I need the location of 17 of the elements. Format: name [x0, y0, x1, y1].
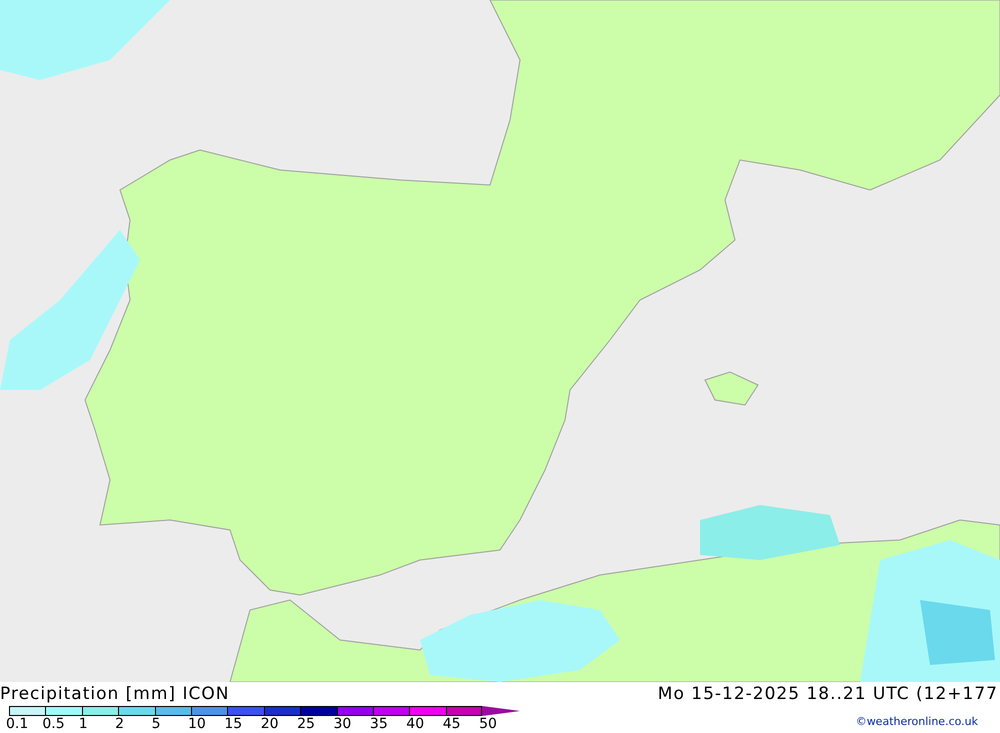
legend-label: 0.1: [6, 716, 28, 732]
legend-label: 50: [479, 716, 497, 732]
legend-label: 2: [115, 716, 124, 732]
legend-label: 40: [406, 716, 424, 732]
legend-label: 1: [78, 716, 88, 732]
legend-label: 30: [334, 716, 352, 732]
legend-label: 25: [297, 716, 315, 732]
legend-label: 5: [152, 716, 160, 732]
legend-label: 0.5: [42, 716, 65, 732]
legend-label: 15: [224, 716, 242, 732]
map-title: Precipitation [mm] ICON: [0, 684, 230, 704]
credit-link[interactable]: ©weatheronline.co.uk: [856, 715, 978, 728]
legend-label: 35: [370, 716, 388, 732]
legend-label: 20: [260, 716, 279, 732]
legend-label: 10: [188, 716, 206, 732]
valid-time: Mo 15-12-2025 18..21 UTC (12+177: [658, 684, 998, 704]
legend-label: 45: [442, 716, 461, 732]
